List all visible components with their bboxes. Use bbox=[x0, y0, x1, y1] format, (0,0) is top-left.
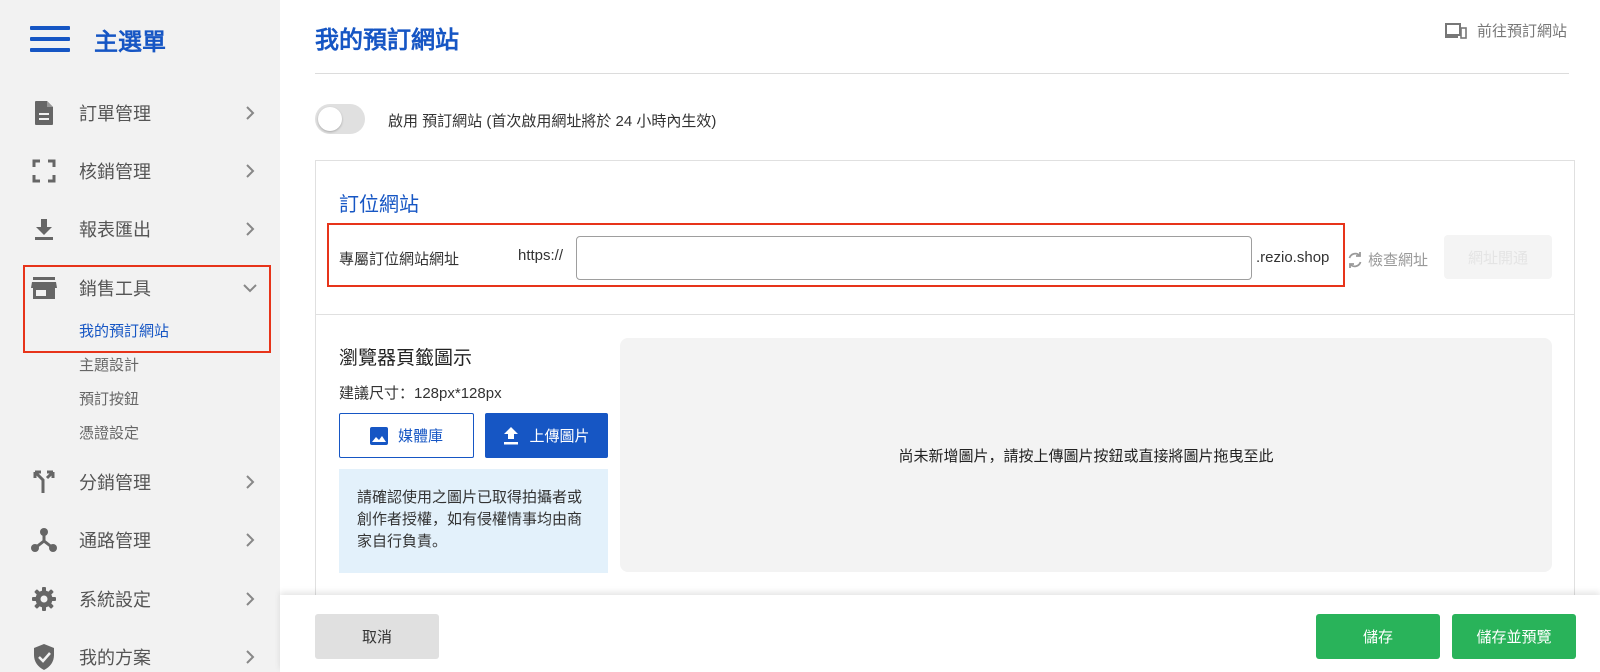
chevron-right-icon bbox=[246, 533, 255, 547]
dropzone-text: 尚未新增圖片，請按上傳圖片按鈕或直接將圖片拖曳至此 bbox=[898, 447, 1274, 465]
save-button[interactable]: 儲存 bbox=[1316, 614, 1440, 659]
card-separator bbox=[315, 314, 1575, 315]
refresh-icon bbox=[1348, 251, 1362, 268]
chevron-right-icon bbox=[246, 222, 255, 236]
upload-image-button[interactable]: 上傳圖片 bbox=[485, 413, 608, 458]
image-dropzone[interactable]: 尚未新增圖片，請按上傳圖片按鈕或直接將圖片拖曳至此 bbox=[620, 338, 1552, 572]
upload-image-label: 上傳圖片 bbox=[529, 428, 590, 445]
chevron-right-icon bbox=[246, 592, 255, 606]
sidebar-subitem-booking-button[interactable]: 預訂按鈕 bbox=[79, 388, 139, 409]
activate-url-button[interactable]: 網址開通 bbox=[1444, 235, 1552, 279]
sidebar-item-label: 核銷管理 bbox=[79, 162, 151, 182]
goto-link-label: 前往預訂網站 bbox=[1476, 23, 1567, 40]
sidebar-subitem-voucher-settings[interactable]: 憑證設定 bbox=[79, 422, 139, 443]
merge-arrows-icon bbox=[30, 468, 58, 496]
page-title: 我的預訂網站 bbox=[315, 27, 459, 54]
header-divider bbox=[315, 73, 1569, 74]
toggle-knob bbox=[318, 107, 342, 131]
document-icon bbox=[30, 99, 58, 127]
sidebar-item-distribution[interactable]: 分銷管理 bbox=[30, 462, 266, 502]
sidebar: 主選單 訂單管理 核銷管理 報表匯出 銷售工具 我的預訂網站 主題設計 預訂按鈕… bbox=[0, 0, 280, 672]
sidebar-item-label: 通路管理 bbox=[79, 531, 151, 551]
enable-booking-site-toggle[interactable] bbox=[315, 104, 365, 134]
sidebar-item-label: 我的方案 bbox=[79, 648, 151, 668]
sidebar-item-channels[interactable]: 通路管理 bbox=[30, 520, 266, 560]
url-row-highlight-box bbox=[327, 223, 1345, 287]
media-library-label: 媒體庫 bbox=[397, 428, 443, 445]
favicon-title: 瀏覽器頁籤圖示 bbox=[339, 348, 473, 369]
sidebar-item-system-settings[interactable]: 系統設定 bbox=[30, 579, 266, 619]
sidebar-item-label: 分銷管理 bbox=[79, 473, 151, 493]
sidebar-item-reports[interactable]: 報表匯出 bbox=[30, 209, 266, 249]
sidebar-title: 主選單 bbox=[94, 28, 166, 56]
toggle-label: 啟用 預訂網站 (首次啟用網址將於 24 小時內生效) bbox=[388, 113, 717, 130]
upload-icon bbox=[504, 426, 519, 444]
copyright-notice: 請確認使用之圖片已取得拍攝者或創作者授權，如有侵權情事均由商家自行負責。 bbox=[339, 469, 608, 573]
chevron-right-icon bbox=[246, 164, 255, 178]
shield-check-icon bbox=[30, 643, 58, 671]
sidebar-header: 主選單 bbox=[30, 22, 166, 56]
devices-icon bbox=[1444, 22, 1467, 39]
image-icon bbox=[369, 426, 388, 445]
check-url-label: 檢查網址 bbox=[1368, 252, 1429, 269]
sidebar-item-my-plan[interactable]: 我的方案 bbox=[30, 637, 266, 672]
sidebar-item-redemption[interactable]: 核銷管理 bbox=[30, 151, 266, 191]
sidebar-item-label: 訂單管理 bbox=[79, 104, 151, 124]
gear-icon bbox=[30, 585, 58, 613]
sidebar-item-orders[interactable]: 訂單管理 bbox=[30, 93, 266, 133]
sales-tools-highlight-box bbox=[23, 265, 271, 353]
sidebar-subitem-theme-design[interactable]: 主題設計 bbox=[79, 354, 139, 375]
goto-booking-site-link[interactable]: 前往預訂網站 bbox=[1444, 20, 1567, 41]
chevron-right-icon bbox=[246, 106, 255, 120]
section-title-booking-site: 訂位網站 bbox=[339, 194, 419, 216]
sidebar-item-label: 報表匯出 bbox=[79, 220, 151, 240]
scan-frame-icon bbox=[30, 157, 58, 185]
save-and-preview-button[interactable]: 儲存並預覽 bbox=[1452, 614, 1576, 659]
sidebar-item-label: 系統設定 bbox=[79, 590, 151, 610]
hamburger-icon[interactable] bbox=[30, 26, 70, 52]
hub-icon bbox=[30, 526, 58, 554]
media-library-button[interactable]: 媒體庫 bbox=[339, 413, 474, 458]
check-url-button[interactable]: 檢查網址 bbox=[1346, 249, 1428, 270]
cancel-button[interactable]: 取消 bbox=[315, 614, 439, 659]
chevron-right-icon bbox=[246, 475, 255, 489]
favicon-size-hint: 建議尺寸：128px*128px bbox=[339, 385, 502, 402]
download-icon bbox=[30, 215, 58, 243]
chevron-right-icon bbox=[246, 650, 255, 664]
